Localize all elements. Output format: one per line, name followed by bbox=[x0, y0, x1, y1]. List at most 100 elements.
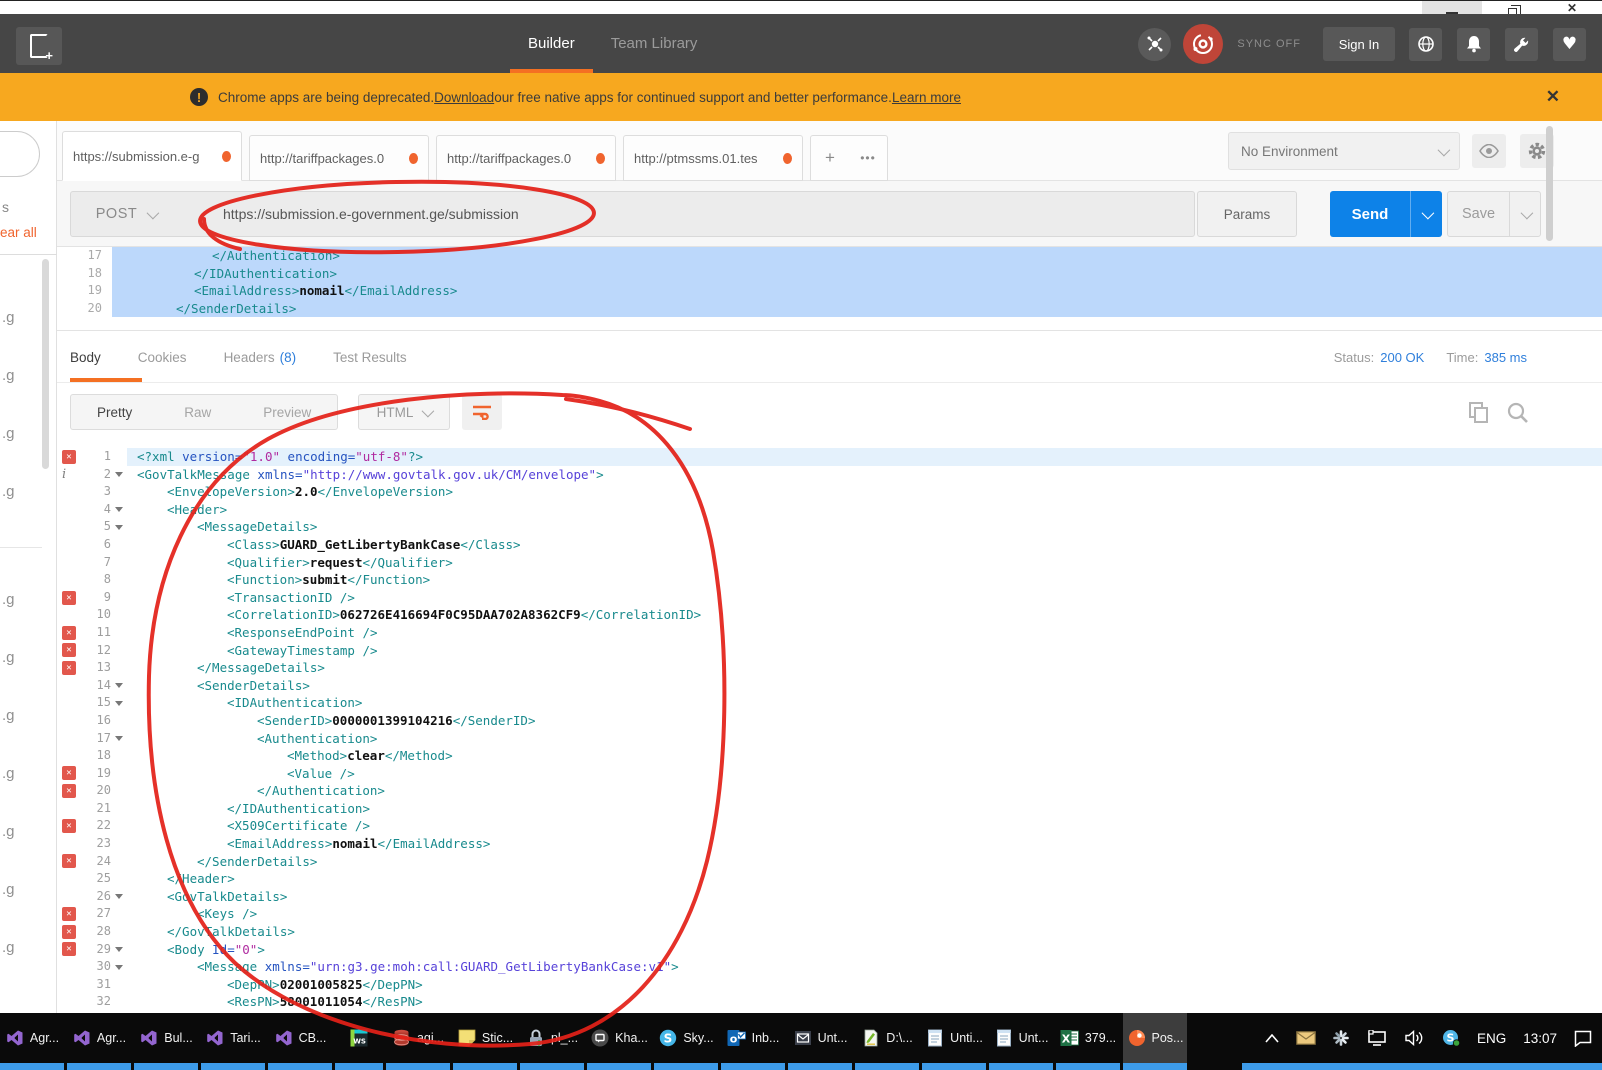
tab-cookies[interactable]: Cookies bbox=[138, 331, 187, 383]
history-item[interactable]: .g bbox=[2, 425, 15, 442]
sidebar-search-pill[interactable] bbox=[0, 131, 40, 177]
taskbar-item-unt[interactable]: Unt... bbox=[788, 1013, 852, 1063]
taskbar-item-tari[interactable]: Tari... bbox=[201, 1013, 265, 1063]
fold-arrow-icon[interactable] bbox=[115, 736, 123, 741]
search-response-button[interactable] bbox=[1506, 401, 1530, 425]
request-tab-1[interactable]: https://submission.e-g bbox=[62, 131, 242, 181]
fold-arrow-icon[interactable] bbox=[115, 701, 123, 706]
banner-learn-more-link[interactable]: Learn more bbox=[892, 90, 961, 105]
settings-wrench-button[interactable] bbox=[1505, 28, 1538, 61]
history-item[interactable]: .g bbox=[2, 367, 15, 384]
sync-button[interactable] bbox=[1183, 24, 1223, 64]
token-t: <GovTalkDetails> bbox=[167, 889, 287, 904]
fold-arrow-icon[interactable] bbox=[115, 894, 123, 899]
tray-pinwheel-button[interactable] bbox=[1333, 1030, 1349, 1046]
taskbar-item-pl[interactable]: pl_... bbox=[520, 1013, 584, 1063]
view-raw-button[interactable]: Raw bbox=[158, 395, 237, 429]
sidebar-scroll-thumb[interactable] bbox=[42, 259, 49, 469]
view-pretty-button[interactable]: Pretty bbox=[71, 395, 158, 429]
taskbar-item-inb[interactable]: oInb... bbox=[721, 1013, 785, 1063]
tray-skype-button[interactable]: S bbox=[1442, 1029, 1460, 1047]
fold-arrow-icon[interactable] bbox=[115, 472, 123, 477]
url-input[interactable]: https://submission.e-government.ge/submi… bbox=[223, 206, 519, 222]
send-button[interactable]: Send bbox=[1330, 191, 1442, 237]
taskbar-item-d[interactable]: D:\... bbox=[855, 1013, 919, 1063]
taskbar-item-cb[interactable]: CB... bbox=[268, 1013, 332, 1063]
fold-arrow-icon[interactable] bbox=[115, 525, 123, 530]
fold-arrow-icon[interactable] bbox=[115, 965, 123, 970]
request-tab-4[interactable]: http://ptmssms.01.tes bbox=[623, 135, 803, 181]
params-button[interactable]: Params bbox=[1197, 191, 1297, 237]
history-item[interactable]: .g bbox=[2, 823, 15, 840]
sidebar-scrollbar[interactable] bbox=[42, 259, 49, 999]
favorites-button[interactable]: ♥ bbox=[1553, 28, 1586, 61]
fold-arrow-icon[interactable] bbox=[115, 507, 123, 512]
taskbar-item-agi[interactable]: agi... bbox=[386, 1013, 450, 1063]
taskbar-item-webstorm[interactable]: WS bbox=[335, 1013, 383, 1063]
clear-all-link[interactable]: ear all bbox=[0, 225, 37, 240]
history-item[interactable]: .g bbox=[2, 881, 15, 898]
taskbar-item-stic[interactable]: Stic... bbox=[453, 1013, 517, 1063]
new-tab-button[interactable]: + bbox=[811, 148, 849, 168]
taskbar-item-sky[interactable]: SSky... bbox=[654, 1013, 718, 1063]
taskbar-item-agr[interactable]: Agr... bbox=[67, 1013, 131, 1063]
format-select[interactable]: HTML bbox=[358, 394, 450, 430]
taskbar-item-kha[interactable]: Kha... bbox=[587, 1013, 651, 1063]
gutter-marker: ✕ bbox=[57, 589, 81, 607]
taskbar-item-agr[interactable]: Agr... bbox=[0, 1013, 64, 1063]
more-tabs-button[interactable]: ••• bbox=[849, 151, 887, 165]
tray-volume-button[interactable] bbox=[1405, 1030, 1425, 1046]
tab-builder[interactable]: Builder bbox=[510, 14, 593, 73]
banner-download-link[interactable]: Download bbox=[434, 90, 494, 105]
taskbar-item-label: D:\... bbox=[886, 1031, 912, 1045]
close-button[interactable]: ✕ bbox=[1542, 1, 1602, 14]
history-item[interactable]: .g bbox=[2, 483, 15, 500]
copy-response-button[interactable] bbox=[1468, 401, 1490, 425]
history-item[interactable]: .g bbox=[2, 309, 15, 326]
response-scrollbar[interactable] bbox=[1546, 126, 1553, 686]
tray-expand-button[interactable] bbox=[1265, 1034, 1279, 1043]
action-center-button[interactable] bbox=[1574, 1030, 1592, 1047]
taskbar-item-bul[interactable]: Bul... bbox=[134, 1013, 198, 1063]
request-tab-2[interactable]: http://tariffpackages.0 bbox=[249, 135, 429, 181]
send-options-button[interactable] bbox=[1410, 191, 1442, 237]
restore-button[interactable] bbox=[1482, 1, 1542, 14]
save-button[interactable]: Save bbox=[1447, 191, 1541, 237]
environment-preview-button[interactable] bbox=[1472, 134, 1506, 168]
tab-body[interactable]: Body bbox=[70, 331, 101, 383]
new-button[interactable] bbox=[16, 27, 62, 65]
tab-team-library[interactable]: Team Library bbox=[593, 14, 716, 73]
request-tab-3[interactable]: http://tariffpackages.0 bbox=[436, 135, 616, 181]
fold-arrow-icon[interactable] bbox=[115, 683, 123, 688]
language-indicator[interactable]: ENG bbox=[1477, 1031, 1506, 1046]
tab-test-results[interactable]: Test Results bbox=[333, 331, 407, 383]
history-item[interactable]: .g bbox=[2, 939, 15, 956]
clock[interactable]: 13:07 bbox=[1523, 1031, 1557, 1046]
taskbar-item-unt[interactable]: Unt... bbox=[989, 1013, 1053, 1063]
minimize-button[interactable] bbox=[1422, 1, 1482, 14]
tab-headers[interactable]: Headers (8) bbox=[224, 331, 297, 383]
response-scroll-thumb[interactable] bbox=[1546, 126, 1553, 241]
taskbar-item-unti[interactable]: Unti... bbox=[922, 1013, 986, 1063]
wrap-text-button[interactable] bbox=[462, 394, 502, 430]
save-options-button[interactable] bbox=[1509, 192, 1540, 236]
sign-in-button[interactable]: Sign In bbox=[1323, 27, 1395, 61]
taskbar-item-pos[interactable]: Pos... bbox=[1123, 1013, 1187, 1063]
request-body-editor[interactable]: 17</Authentication>18</IDAuthentication>… bbox=[57, 247, 1602, 331]
history-item[interactable]: .g bbox=[2, 765, 15, 782]
notifications-button[interactable] bbox=[1457, 28, 1490, 61]
tray-mail-button[interactable] bbox=[1296, 1031, 1316, 1045]
taskbar-item-379[interactable]: X379... bbox=[1056, 1013, 1120, 1063]
globe-button[interactable] bbox=[1409, 28, 1442, 61]
fold-arrow-icon[interactable] bbox=[115, 947, 123, 952]
method-select[interactable]: POST bbox=[71, 206, 181, 222]
interceptor-button[interactable] bbox=[1138, 28, 1171, 61]
view-preview-button[interactable]: Preview bbox=[237, 395, 337, 429]
history-item[interactable]: .g bbox=[2, 649, 15, 666]
banner-close-icon[interactable]: ✕ bbox=[1546, 87, 1560, 107]
environment-select[interactable]: No Environment bbox=[1228, 132, 1460, 170]
tray-network-button[interactable] bbox=[1366, 1030, 1388, 1046]
response-body-code[interactable]: ✕1<?xml version="1.0" encoding="utf-8"?>… bbox=[57, 441, 1602, 1013]
history-item[interactable]: .g bbox=[2, 591, 15, 608]
history-item[interactable]: .g bbox=[2, 707, 15, 724]
